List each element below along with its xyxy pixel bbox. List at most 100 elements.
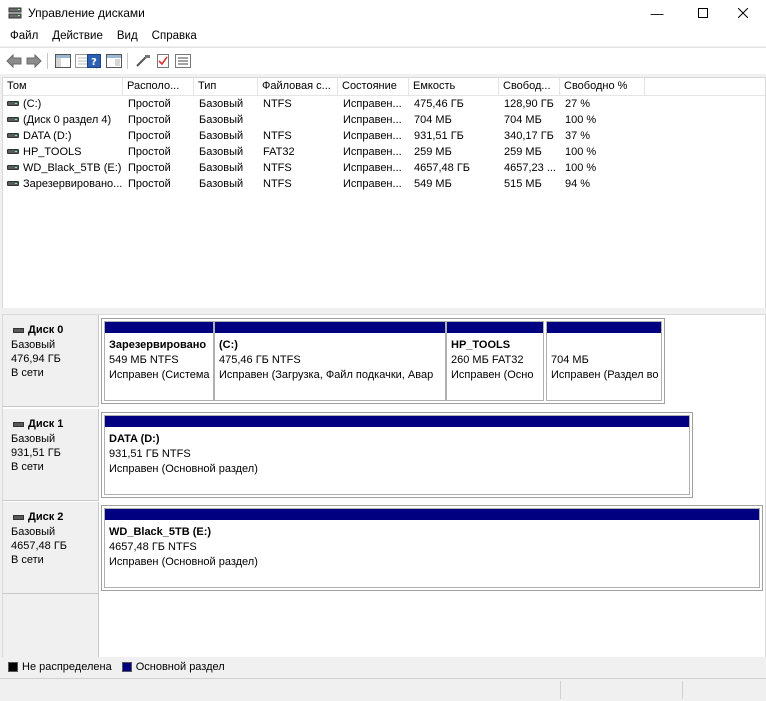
column-free-space[interactable]: Свобод... [499,78,560,95]
volume-status: Исправен... [343,114,402,126]
volume-name: DATA (D:) [23,130,72,142]
volume-icon [7,181,19,186]
column-filesystem[interactable]: Файловая с... [258,78,338,95]
connect-drive-button[interactable] [135,53,151,69]
volume-name: Зарезервировано... [23,178,123,190]
menu-view[interactable]: Вид [110,26,145,46]
close-icon [738,8,748,18]
menu-action[interactable]: Действие [45,26,110,46]
volume-capacity: 931,51 ГБ [414,130,464,142]
disk-row: Диск 1 Базовый 931,51 ГБ В сети DATA (D:… [3,409,765,501]
volume-capacity: 475,46 ГБ [414,98,464,110]
partition[interactable]: DATA (D:) 931,51 ГБ NTFS Исправен (Основ… [104,415,690,495]
volume-capacity: 4657,48 ГБ [414,162,470,174]
partition-bar [547,322,661,333]
disk-size: 476,94 ГБ [11,353,61,365]
column-status[interactable]: Состояние [338,78,409,95]
partition[interactable]: WD_Black_5TB (E:) 4657,48 ГБ NTFS Исправ… [104,508,760,588]
properties-view-button[interactable] [106,53,122,69]
volume-status: Исправен... [343,130,402,142]
column-layout[interactable]: Располо... [123,78,194,95]
disk-state: В сети [11,461,44,473]
volume-row[interactable]: DATA (D:) Простой Базовый NTFS Исправен.… [3,128,765,144]
partition-name: Зарезервировано [109,339,207,351]
disk-management-icon [8,7,22,19]
volume-type: Базовый [199,98,244,110]
column-type[interactable]: Тип [194,78,258,95]
back-button[interactable] [6,53,22,69]
volume-layout: Простой [128,178,171,190]
column-capacity[interactable]: Емкость [409,78,499,95]
menu-file[interactable]: Файл [0,26,45,46]
disk-info[interactable]: Диск 0 Базовый 476,94 ГБ В сети [3,315,99,407]
volume-fs: NTFS [263,178,292,190]
check-button[interactable] [155,53,171,69]
volume-row[interactable]: (C:) Простой Базовый NTFS Исправен... 47… [3,96,765,112]
disk-name-label: Диск 1 [28,418,64,430]
volume-row[interactable]: Зарезервировано... Простой Базовый NTFS … [3,176,765,192]
window-title: Управление дисками [28,6,145,20]
toolbar-separator [127,53,128,69]
volume-type: Базовый [199,178,244,190]
volume-free-percent: 100 % [565,162,597,174]
properties-button[interactable] [175,53,191,69]
partition-name: WD_Black_5TB (E:) [109,526,212,538]
volume-free: 340,17 ГБ [504,130,554,142]
volume-free-percent: 37 % [565,130,591,142]
volume-layout: Простой [128,130,171,142]
empty-disk-area [3,594,99,657]
help-button[interactable]: ? [86,53,102,69]
volume-icon [7,133,19,138]
volume-free-percent: 100 % [565,114,597,126]
legend-primary: Основной раздел [135,661,225,673]
partition[interactable]: 704 МБ Исправен (Раздел во [546,321,662,401]
menu-help[interactable]: Справка [145,26,204,46]
maximize-icon [698,8,708,18]
disk-size: 4657,48 ГБ [11,540,67,552]
show-hide-tree-button[interactable] [55,53,71,69]
volume-free-percent: 94 % [565,178,591,190]
partition-size: 549 МБ NTFS [109,354,179,366]
partition-size: 4657,48 ГБ NTFS [109,541,197,553]
volume-row[interactable]: (Диск 0 раздел 4) Простой Базовый Исправ… [3,112,765,128]
volume-status: Исправен... [343,178,402,190]
volume-row[interactable]: WD_Black_5TB (E:) Простой Базовый NTFS И… [3,160,765,176]
forward-button[interactable] [26,53,42,69]
minimize-button[interactable]: — [634,0,680,26]
disk-icon [13,514,24,520]
partition-status: Исправен (Осно [451,369,534,381]
volume-fs: NTFS [263,130,292,142]
disk-row: Диск 0 Базовый 476,94 ГБ В сети Зарезерв… [3,315,765,407]
partition-bar [105,509,759,520]
volume-list: Том Располо... Тип Файловая с... Состоян… [2,77,766,309]
column-free-percent[interactable]: Свободно % [560,78,645,95]
volume-type: Базовый [199,162,244,174]
arrow-left-icon [6,54,22,68]
partition-bar [105,416,689,427]
volume-status: Исправен... [343,146,402,158]
volume-fs: FAT32 [263,146,295,158]
volume-row[interactable]: HP_TOOLS Простой Базовый FAT32 Исправен.… [3,144,765,160]
volume-icon [7,101,19,106]
partition[interactable]: (C:) 475,46 ГБ NTFS Исправен (Загрузка, … [214,321,446,401]
disk-name: Диск 0 [13,324,63,336]
column-volume[interactable]: Том [3,78,123,95]
volume-capacity: 704 МБ [414,114,452,126]
disk-info[interactable]: Диск 1 Базовый 931,51 ГБ В сети [3,409,99,501]
volume-fs: NTFS [263,98,292,110]
disk-icon [13,327,24,333]
disk-info[interactable]: Диск 2 Базовый 4657,48 ГБ В сети [3,502,99,594]
close-button[interactable] [720,0,766,26]
disk-name-label: Диск 0 [28,324,64,336]
partition[interactable]: Зарезервировано 549 МБ NTFS Исправен (Си… [104,321,214,401]
help-icon: ? [87,54,101,68]
partition-bar [105,322,213,333]
disk-icon [13,421,24,427]
volume-icon [7,117,19,122]
disk-partitions: DATA (D:) 931,51 ГБ NTFS Исправен (Основ… [101,412,693,498]
partition[interactable]: HP_TOOLS 260 МБ FAT32 Исправен (Осно [446,321,544,401]
partition-status: Исправен (Система [109,369,210,381]
disk-row: Диск 2 Базовый 4657,48 ГБ В сети WD_Blac… [3,502,765,594]
volume-layout: Простой [128,146,171,158]
volume-free: 704 МБ [504,114,542,126]
